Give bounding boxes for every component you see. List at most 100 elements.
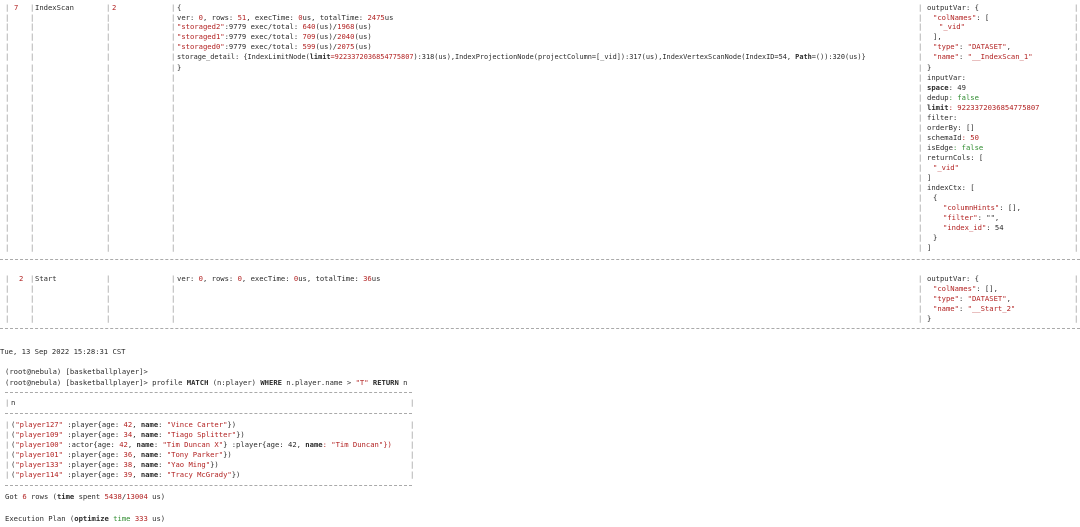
text-token: "storaged1" [177,32,225,41]
table-border: | [918,304,923,313]
table-border: | [1074,63,1079,72]
text-token: }) [236,430,245,439]
text-token: =()):320(us)} [811,53,866,61]
table-border: | [918,163,923,172]
text-token: spent [74,492,105,501]
text-token: (us) [354,32,372,41]
text-token: "Tim Duncan X" [162,440,224,449]
table-border: | [171,63,176,72]
text-token: (us) [354,42,372,51]
shell-prompt: (root@nebula) [basketballplayer]> [5,367,148,376]
table-border: | [1074,223,1079,232]
table-border: | [5,133,10,142]
console-text: "type": "DATASET", [933,294,1011,304]
table-border: | [410,398,415,407]
text-token: : 54 [986,223,1004,232]
console-text: } [933,233,938,242]
table-border: | [1074,153,1079,162]
table-border: | [106,233,111,242]
console-text: ("player101" :player{age: 36, name: "Ton… [11,450,232,460]
table-border: | [918,223,923,232]
console-text: "name": "__IndexScan_1" [933,52,1033,62]
table-border: | [30,193,35,202]
table-border: | [918,133,923,142]
table-border: | [106,304,111,313]
text-token: limit [309,53,331,61]
table-border: | [30,133,35,142]
query-line[interactable]: (root@nebula) [basketballplayer]> profil… [5,378,408,388]
plan-name: IndexScan [35,3,74,12]
table-border: | [106,203,111,212]
console-text: "_vid" [933,163,959,172]
table-border: | [171,93,176,102]
text-token: name [136,440,154,449]
table-divider [0,259,1080,260]
text-token: "name" [933,304,959,313]
table-border: | [30,223,35,232]
table-border: | [106,73,111,82]
storaged-line: "storaged2":9779 exec/total: 640(us)/196… [177,22,372,32]
table-border: | [1074,32,1079,41]
table-border: | [5,103,10,112]
table-border: | [171,143,176,152]
text-token: (us) [354,22,372,31]
table-border: | [5,213,10,222]
text-token: space [927,83,949,92]
text-token: Path [795,53,812,61]
text-token: "name" [933,52,959,61]
execution-plan-header: Execution Plan (optimize time 333 us) [5,514,165,524]
text-token: 640 [302,22,316,31]
console-text: "type": "DATASET", [933,42,1011,52]
table-border: | [30,52,35,61]
text-token: (us)/ [315,22,338,31]
table-border: | [106,83,111,92]
table-border: | [410,440,415,449]
table-border: | [106,3,111,12]
console-text: { [933,193,938,202]
text-token: 2040 [337,32,355,41]
text-token: limit [927,103,949,112]
text-token: : [958,42,968,51]
console-text: "filter": "", [943,213,999,223]
table-border: | [30,213,35,222]
text-token: "Tracy McGrady" [166,470,232,479]
table-border: | [5,314,10,323]
text-token: 34 [123,430,133,439]
table-border: | [171,42,176,51]
table-border: | [30,93,35,102]
table-border: | [918,153,923,162]
table-border: | [918,52,923,61]
table-border: | [918,103,923,112]
text-token: ver: [177,13,199,22]
table-border: | [5,470,10,479]
text-token: , [1006,294,1011,303]
text-token: =9223372036854775807 [330,53,414,61]
text-token: : 50 [961,133,979,142]
console-text: orderBy: [] [927,123,975,132]
text-token: 51 [237,13,247,22]
table-border: | [1074,203,1079,212]
text-token: :player{age: [62,430,124,439]
text-token: us [298,274,307,283]
table-border: | [1074,193,1079,202]
table-border: | [30,123,35,132]
text-token: : [158,460,167,469]
text-token: 42 [119,440,128,449]
console-text: "colNames": [], [933,284,998,294]
text-token: , execTime: [241,274,294,283]
text-token: "DATASET" [967,42,1007,51]
text-token: (root@nebula) [basketballplayer]> [5,378,148,387]
table-border: | [30,3,35,12]
text-token: 38 [123,460,133,469]
text-token: dedup [927,93,949,102]
table-border: | [1074,133,1079,142]
console-text: dedup: false [927,93,979,103]
text-token: , [132,470,141,479]
text-token: RETURN [372,378,399,387]
console-text: indexCtx: [ [927,183,975,192]
table-border: | [918,183,923,192]
table-border: | [5,460,10,469]
text-token: ):318(us),IndexProjectionNode(projectCol… [413,53,796,61]
table-border: | [918,83,923,92]
text-token: isEdge [927,143,953,152]
